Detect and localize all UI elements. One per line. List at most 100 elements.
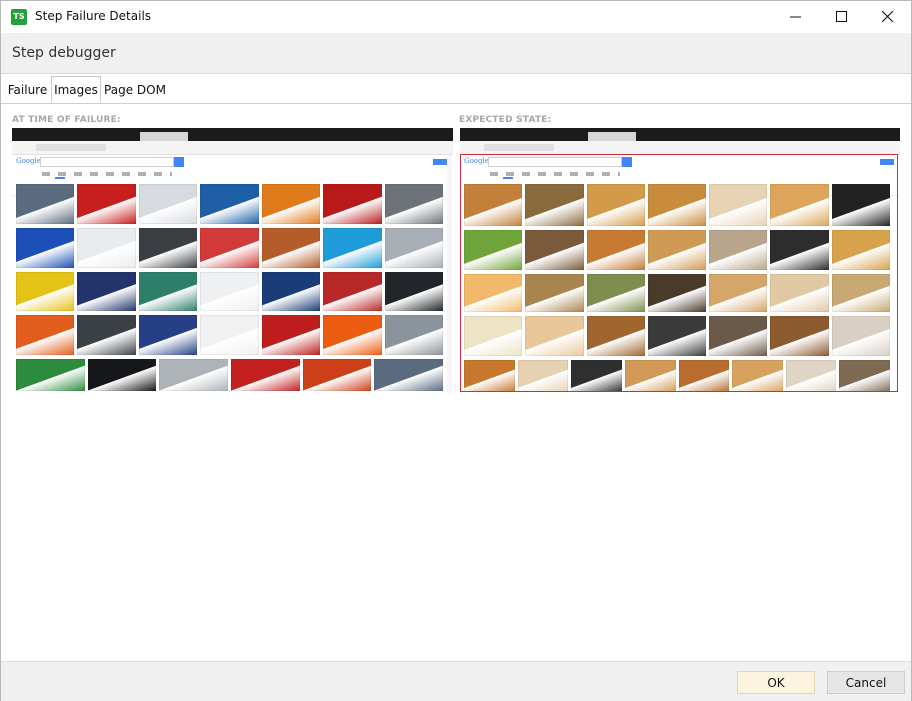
car-thumbnail [77,315,136,355]
car-thumbnail [159,359,228,391]
dog-thumbnail [647,184,707,226]
dog-thumbnail [709,184,768,226]
dog-thumbnail [785,360,837,392]
dog-thumbnail [647,316,707,356]
maximize-button[interactable] [819,1,865,33]
ok-button[interactable]: OK [737,671,815,694]
car-thumbnail [384,315,443,355]
minimize-icon [790,16,801,18]
car-thumbnail [384,228,443,268]
failure-screenshot: Google [12,128,453,394]
browser-tab [588,132,636,141]
browser-tab-bar [460,128,900,141]
scrollbar [447,155,452,393]
dog-thumbnail [525,316,584,356]
browser-address-bar [12,141,453,155]
app-logo-icon: TS [11,9,27,25]
car-thumbnail [77,184,136,224]
cancel-button[interactable]: Cancel [827,671,905,694]
car-thumbnail [200,184,259,224]
car-thumbnail [200,315,259,355]
dog-thumbnail [586,274,645,312]
car-thumbnail [261,228,321,268]
dialog-footer: OK Cancel [1,661,911,701]
dog-thumbnail [709,316,768,356]
search-input [40,157,174,167]
browser-tab-bar [12,128,453,141]
tab-page-dom[interactable]: Page DOM [102,78,168,102]
car-thumbnail [323,315,382,355]
expected-image-label: EXPECTED STATE: [459,115,552,125]
expected-screenshot: Google [460,128,900,394]
dog-thumbnail [831,316,890,356]
search-input [488,157,622,167]
dog-thumbnail [586,316,645,356]
dog-thumbnail [571,360,622,392]
dog-thumbnail [464,230,523,270]
car-thumbnail [87,359,157,391]
dog-thumbnail [770,274,829,312]
dog-thumbnail [831,274,890,312]
sign-in-button [880,159,894,165]
search-logo: Google [16,157,41,165]
dog-thumbnail [647,274,707,312]
dog-thumbnail [624,360,676,392]
car-thumbnail [261,272,321,311]
step-failure-dialog: TS Step Failure Details Step debugger Fa… [0,0,912,701]
active-tab-underline [55,177,65,179]
tab-strip: Failure Images Page DOM [1,76,911,104]
car-thumbnail [16,272,75,311]
car-thumbnail [138,272,198,311]
car-thumbnail [302,359,372,391]
car-thumbnail [200,228,259,268]
dog-thumbnail [709,274,768,312]
dog-thumbnail [517,360,569,392]
dog-thumbnail [709,230,768,270]
tab-failure[interactable]: Failure [5,78,50,102]
close-button[interactable] [865,1,911,33]
dog-thumbnail [525,274,584,312]
url-field [36,144,106,151]
minimize-button[interactable] [773,1,819,33]
search-icon [174,157,184,167]
sign-in-button [433,159,447,165]
dog-thumbnail [464,316,523,356]
dog-thumbnail [770,184,829,226]
title-bar: TS Step Failure Details [1,1,911,33]
car-thumbnail [384,184,443,224]
dog-thumbnail [525,230,584,270]
car-thumbnail [138,228,198,268]
car-thumbnail [77,272,136,311]
url-field [484,144,554,151]
dog-thumbnail [586,230,645,270]
result-type-tabs [490,172,620,176]
car-thumbnail [323,272,382,311]
dog-thumbnail [839,360,890,392]
car-thumbnail [384,272,443,311]
window-title: Step Failure Details [35,9,152,23]
car-thumbnail [200,272,259,311]
car-thumbnail [261,315,321,355]
dog-thumbnail [732,360,783,392]
dog-thumbnail [770,230,829,270]
car-thumbnail [323,184,382,224]
dog-thumbnail [464,274,523,312]
tab-images[interactable]: Images [51,76,101,103]
dog-thumbnail [464,360,515,392]
failure-image-label: AT TIME OF FAILURE: [12,115,121,125]
browser-tab [140,132,188,141]
car-thumbnail [16,184,75,224]
dog-thumbnail [464,184,523,226]
dog-thumbnail [525,184,584,226]
car-thumbnail [374,359,443,391]
dog-thumbnail [678,360,730,392]
close-icon [882,11,894,23]
car-thumbnail [16,228,75,268]
car-thumbnail [138,184,198,224]
car-thumbnail [323,228,382,268]
browser-address-bar [460,141,900,155]
active-tab-underline [503,177,513,179]
dog-thumbnail [770,316,829,356]
car-thumbnail [138,315,198,355]
dog-thumbnail [831,184,890,226]
